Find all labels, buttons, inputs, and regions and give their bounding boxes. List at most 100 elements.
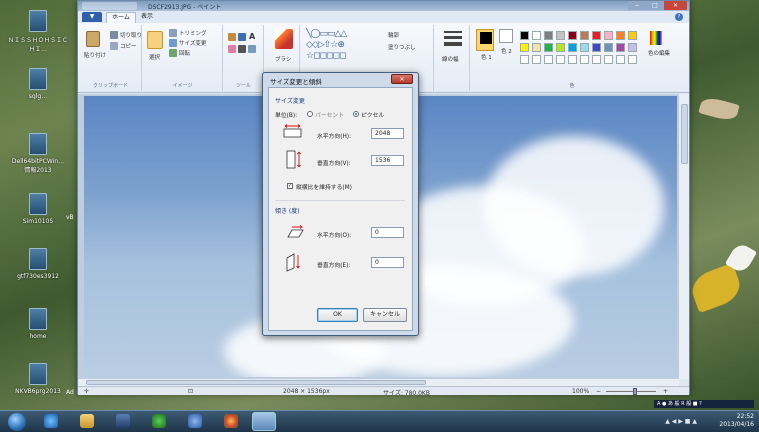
- keep-ratio-checkbox[interactable]: ✓: [287, 183, 293, 189]
- desktop-icon[interactable]: ＮＩＳＳＨＯＨＳＩＣＨＩ…: [8, 10, 68, 53]
- language-bar[interactable]: A ● あ 般 R 般 ■ ?: [654, 400, 754, 408]
- color-swatch[interactable]: [592, 43, 601, 52]
- color-swatch[interactable]: [628, 43, 637, 52]
- color-swatch[interactable]: [520, 31, 529, 40]
- empty-swatch[interactable]: [568, 55, 577, 64]
- desktop-icon[interactable]: gtf730es3912: [8, 248, 68, 280]
- cut-button[interactable]: 切り取り: [120, 31, 142, 39]
- fill-icon[interactable]: [238, 33, 246, 41]
- scroll-thumb[interactable]: [86, 380, 426, 385]
- size-button[interactable]: 線の幅: [442, 55, 459, 63]
- zoom-slider-thumb[interactable]: [633, 388, 637, 395]
- empty-swatch[interactable]: [604, 55, 613, 64]
- color-swatch[interactable]: [532, 43, 541, 52]
- brush-button[interactable]: ブラシ: [275, 55, 291, 63]
- explorer-icon[interactable]: [80, 414, 94, 428]
- cancel-button[interactable]: キャンセル: [363, 308, 407, 322]
- color-swatch[interactable]: [556, 31, 565, 40]
- color1-button[interactable]: [476, 29, 494, 51]
- color-swatch[interactable]: [604, 31, 613, 40]
- color-swatch[interactable]: [544, 43, 553, 52]
- shapes-gallery[interactable]: ☆◻◻◻◻◻: [306, 51, 346, 61]
- help-icon[interactable]: ?: [675, 13, 683, 21]
- eraser-icon[interactable]: [228, 45, 236, 53]
- shapes-gallery[interactable]: ◇◇▷⇧☆⊕: [306, 40, 345, 50]
- copy-button[interactable]: コピー: [120, 42, 137, 50]
- crop-button[interactable]: トリミング: [179, 29, 207, 37]
- desktop-icon[interactable]: home: [8, 308, 68, 340]
- picker-icon[interactable]: [238, 45, 246, 53]
- desktop-icon[interactable]: Sim10105: [8, 193, 68, 225]
- color-swatch[interactable]: [556, 43, 565, 52]
- empty-swatch[interactable]: [592, 55, 601, 64]
- desktop-icon[interactable]: Dell64bitPCWin… 情報2013: [8, 133, 68, 174]
- color-swatch[interactable]: [568, 43, 577, 52]
- minimize-button[interactable]: −: [628, 1, 646, 10]
- color-swatch[interactable]: [544, 31, 553, 40]
- empty-swatch[interactable]: [532, 55, 541, 64]
- percent-radio[interactable]: [307, 111, 313, 117]
- edit-colors-icon[interactable]: [650, 31, 662, 45]
- zoom-in-button[interactable]: +: [663, 388, 668, 395]
- dialog-close-button[interactable]: ✕: [391, 74, 413, 84]
- empty-swatch[interactable]: [628, 55, 637, 64]
- empty-swatch[interactable]: [520, 55, 529, 64]
- vertical-input[interactable]: 1536: [371, 155, 404, 166]
- quick-access-toolbar[interactable]: [82, 2, 137, 10]
- pixel-radio[interactable]: [353, 111, 359, 117]
- paste-button[interactable]: 貼り付け: [84, 51, 106, 59]
- color2-button[interactable]: [499, 29, 513, 43]
- empty-swatch[interactable]: [616, 55, 625, 64]
- pencil-icon[interactable]: [228, 33, 236, 41]
- media-icon[interactable]: [116, 414, 130, 428]
- color-swatch[interactable]: [580, 31, 589, 40]
- rotate-button[interactable]: 回転: [179, 49, 190, 57]
- app-icon[interactable]: [188, 414, 202, 428]
- zoom-out-button[interactable]: −: [596, 388, 601, 395]
- tab-home[interactable]: ホーム: [106, 12, 136, 23]
- skew-vertical-input[interactable]: 0: [371, 257, 404, 268]
- color-swatch[interactable]: [616, 43, 625, 52]
- horizontal-input[interactable]: 2048: [371, 128, 404, 139]
- ok-button[interactable]: OK: [317, 308, 358, 322]
- empty-swatch[interactable]: [556, 55, 565, 64]
- ie-icon[interactable]: [44, 414, 58, 428]
- outline-button[interactable]: 輪郭: [388, 31, 399, 39]
- fill-button[interactable]: 塗りつぶし: [388, 43, 416, 51]
- close-button[interactable]: ✕: [664, 1, 687, 10]
- desktop-icon[interactable]: NKVB6prg2013: [8, 363, 68, 395]
- empty-swatch[interactable]: [580, 55, 589, 64]
- paste-icon[interactable]: [86, 31, 100, 47]
- tab-view[interactable]: 表示: [136, 12, 158, 23]
- skew-horizontal-input[interactable]: 0: [371, 227, 404, 238]
- chrome-icon[interactable]: [224, 414, 238, 428]
- empty-swatch[interactable]: [544, 55, 553, 64]
- select-button[interactable]: 選択: [149, 53, 160, 61]
- color-swatch[interactable]: [532, 31, 541, 40]
- magnifier-icon[interactable]: [248, 45, 256, 53]
- edit-colors-button[interactable]: 色の編集: [648, 49, 670, 57]
- vertical-scrollbar[interactable]: [678, 94, 689, 379]
- select-icon[interactable]: [147, 31, 163, 49]
- zoom-slider[interactable]: [606, 391, 656, 392]
- file-menu-button[interactable]: ▼: [82, 12, 102, 22]
- color-swatch[interactable]: [592, 31, 601, 40]
- color-swatch[interactable]: [568, 31, 577, 40]
- color-swatch[interactable]: [580, 43, 589, 52]
- color-swatch[interactable]: [520, 43, 529, 52]
- scroll-thumb[interactable]: [681, 104, 688, 164]
- system-tray[interactable]: ▲ ◀ ▶ ■ ▲: [665, 418, 697, 425]
- title-bar[interactable]: DSCF2913.JPG - ペイント − □ ✕: [78, 1, 689, 11]
- resize-button[interactable]: サイズ変更: [179, 39, 206, 47]
- horizontal-scrollbar[interactable]: [78, 379, 679, 386]
- paint-taskbar-icon[interactable]: [252, 412, 276, 431]
- color-swatch[interactable]: [616, 31, 625, 40]
- brush-icon[interactable]: [275, 29, 293, 49]
- maximize-button[interactable]: □: [646, 1, 664, 10]
- text-icon[interactable]: A: [249, 32, 255, 41]
- shapes-gallery[interactable]: ╲◯▭▭△△: [306, 29, 347, 39]
- start-button[interactable]: [8, 413, 26, 431]
- desktop-icon[interactable]: sqlg…: [8, 68, 68, 100]
- app-icon[interactable]: [152, 414, 166, 428]
- clock[interactable]: 22:52 2013/04/16: [719, 413, 754, 429]
